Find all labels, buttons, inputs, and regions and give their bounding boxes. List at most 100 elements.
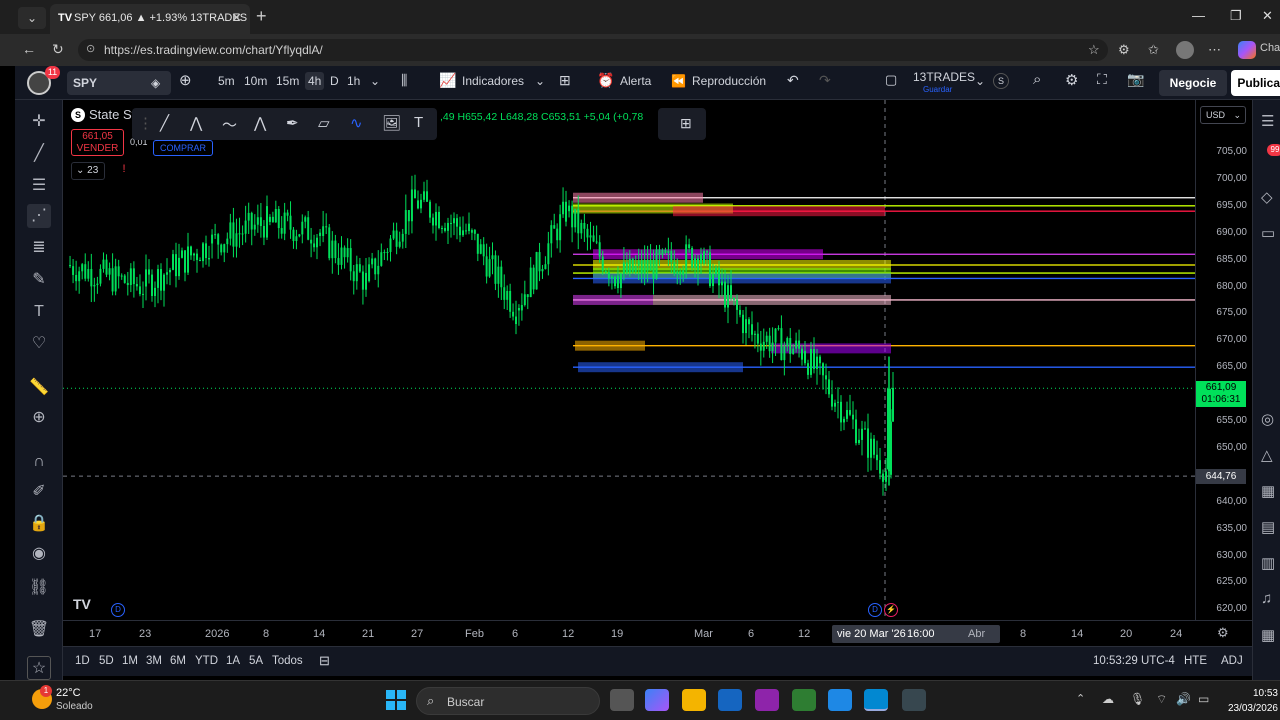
compare-add-icon[interactable]: ⊕ (179, 71, 192, 89)
legend-title[interactable]: State St (89, 107, 135, 122)
range-5d[interactable]: 5D (99, 655, 114, 667)
indicators-icon[interactable]: 📈 (439, 72, 456, 89)
tradingview-logo-icon[interactable]: TV (73, 596, 91, 612)
warning-icon[interactable]: ! (116, 163, 132, 179)
news-icon[interactable]: ▤ (1261, 518, 1275, 536)
zigzag-icon[interactable]: 〜 (222, 114, 237, 135)
wifi-icon[interactable]: ⌔ (1156, 692, 1167, 707)
close-window-icon[interactable]: ✕ (1262, 8, 1273, 24)
xbox-icon[interactable] (792, 689, 816, 711)
dom-icon[interactable]: ▥ (1261, 554, 1275, 572)
adj-label[interactable]: ADJ (1221, 655, 1243, 667)
undo-icon[interactable]: ↶ (787, 72, 799, 89)
heart-icon[interactable]: ♡ (27, 332, 51, 356)
publish-button[interactable]: Publicar (1231, 70, 1280, 96)
task-view-icon[interactable] (610, 689, 634, 711)
lock-drawing-icon[interactable]: ✐ (27, 480, 51, 504)
event-marker-icon[interactable]: ⚡ (884, 603, 898, 617)
range-1d[interactable]: 1D (75, 655, 90, 667)
battery-icon[interactable]: ▭ (1198, 692, 1209, 706)
temperature[interactable]: 22°C (56, 687, 81, 699)
extension-icon[interactable]: ⚙ (1118, 42, 1130, 58)
trade-button[interactable]: Negocie (1159, 70, 1227, 96)
brush-icon[interactable]: ✎ (27, 268, 51, 292)
channel-icon[interactable]: ▱ (318, 114, 330, 132)
elliott-wave-icon[interactable]: ∿ (350, 114, 363, 132)
fib-tool-icon[interactable]: ≣ (27, 236, 51, 260)
notifications-icon[interactable]: ♫ (1261, 590, 1272, 607)
calendar-icon[interactable]: ▦ (1261, 482, 1275, 500)
currency-select[interactable]: USD ⌄ (1200, 106, 1246, 124)
fullscreen-icon[interactable]: ⛶ (1097, 71, 1107, 88)
search-icon[interactable]: ⌕ (1033, 71, 1041, 88)
range-all[interactable]: Todos (272, 655, 303, 667)
copilot-icon[interactable] (1238, 41, 1256, 59)
favorites-star-icon[interactable]: ☆ (27, 656, 51, 680)
pen-icon[interactable]: ✒ (286, 114, 299, 132)
settings-gear-icon[interactable]: ⚙ (1065, 71, 1078, 89)
minimize-icon[interactable]: — (1192, 8, 1205, 23)
clock-time[interactable]: 10:53:29 UTC-4 (1093, 655, 1175, 667)
reload-icon[interactable]: ↻ (52, 41, 64, 58)
date-range-icon[interactable]: ⊟ (319, 653, 330, 669)
price-scale[interactable]: USD ⌄ 705,00 700,00 695,00 690,00 685,00 680,… (1195, 100, 1252, 620)
alarm-icon[interactable]: ⏰ (597, 72, 614, 89)
axis-settings-gear-icon[interactable]: ⚙ (1217, 625, 1229, 641)
interval-d[interactable]: D (330, 74, 339, 88)
camera-icon[interactable]: 📷 (1127, 71, 1144, 88)
xabcd-pattern-icon[interactable]: ⋀ (254, 114, 266, 132)
layouts-grid-icon[interactable]: ⊞ (559, 72, 571, 89)
candle-type-icon[interactable]: ⫼ (401, 72, 407, 89)
redo-icon[interactable]: ↷ (819, 72, 831, 89)
range-5a[interactable]: 5A (249, 655, 263, 667)
interval-5m[interactable]: 5m (218, 74, 235, 88)
more-icon[interactable]: ⋯ (1208, 42, 1221, 58)
back-icon[interactable]: ← (22, 41, 36, 57)
interval-1h[interactable]: 1h (347, 74, 360, 88)
zoom-in-icon[interactable]: ⊕ (27, 406, 51, 430)
layout-badge[interactable]: S (993, 73, 1009, 89)
indicators-button[interactable]: Indicadores (462, 74, 524, 88)
mail-icon[interactable] (828, 689, 852, 711)
site-info-icon[interactable]: ⊙ (86, 42, 95, 55)
edge-browser-icon[interactable] (864, 689, 888, 711)
image-icon[interactable]: 🖼 (382, 114, 401, 132)
close-tab-icon[interactable]: ✕ (231, 10, 242, 26)
horizontal-lines-icon[interactable]: ☰ (27, 174, 51, 198)
layout-save-label[interactable]: Guardar (923, 85, 952, 94)
chat-icon[interactable]: ▭ (1261, 224, 1275, 242)
text-tool-icon[interactable]: T (27, 300, 51, 324)
abcd-pattern-icon[interactable]: ⋀ (190, 114, 202, 132)
apps-grid-icon[interactable]: ▦ (1261, 626, 1275, 644)
price-chart-svg[interactable] (63, 100, 1195, 620)
copilot-app-icon[interactable] (645, 689, 669, 711)
pattern-tool-icon[interactable]: ⋰ (27, 204, 51, 228)
taskbar-search[interactable]: ⌕ Buscar (416, 687, 600, 715)
range-1a[interactable]: 1A (226, 655, 240, 667)
range-1m[interactable]: 1M (122, 655, 138, 667)
file-explorer-icon[interactable] (682, 689, 706, 711)
favorites-icon[interactable]: ✩ (1148, 42, 1159, 58)
restore-icon[interactable]: ❐ (1230, 8, 1242, 24)
browser-tab[interactable]: TV SPY 661,06 ▲ +1.93% 13TRADES ✕ (50, 4, 250, 34)
text-icon[interactable]: T (414, 114, 423, 131)
app-gear-icon[interactable] (902, 689, 926, 711)
onedrive-icon[interactable]: ☁ (1102, 692, 1114, 706)
eye-icon[interactable]: ◉ (27, 542, 51, 566)
volume-icon[interactable]: 🔊 (1176, 692, 1191, 706)
chart-area[interactable] (63, 100, 1195, 620)
link-icon[interactable]: ⛓ (27, 576, 51, 600)
layers-icon[interactable]: ◇ (1261, 188, 1273, 206)
replay-icon[interactable]: ⏪ (671, 74, 686, 88)
new-tab-icon[interactable]: + (256, 6, 267, 27)
range-3m[interactable]: 3M (146, 655, 162, 667)
replay-button[interactable]: Reproducción (692, 74, 766, 88)
interval-10m[interactable]: 10m (244, 74, 267, 88)
favorite-star-icon[interactable]: ☆ (1088, 42, 1100, 58)
indicators-chevron-down-icon[interactable]: ⌄ (535, 74, 545, 88)
tray-chevron-up-icon[interactable]: ⌃ (1076, 692, 1085, 705)
magnet-icon[interactable]: ∩ (27, 450, 51, 474)
store-icon[interactable] (718, 689, 742, 711)
target-icon[interactable]: ◎ (1261, 410, 1274, 428)
interval-15m[interactable]: 15m (276, 74, 299, 88)
